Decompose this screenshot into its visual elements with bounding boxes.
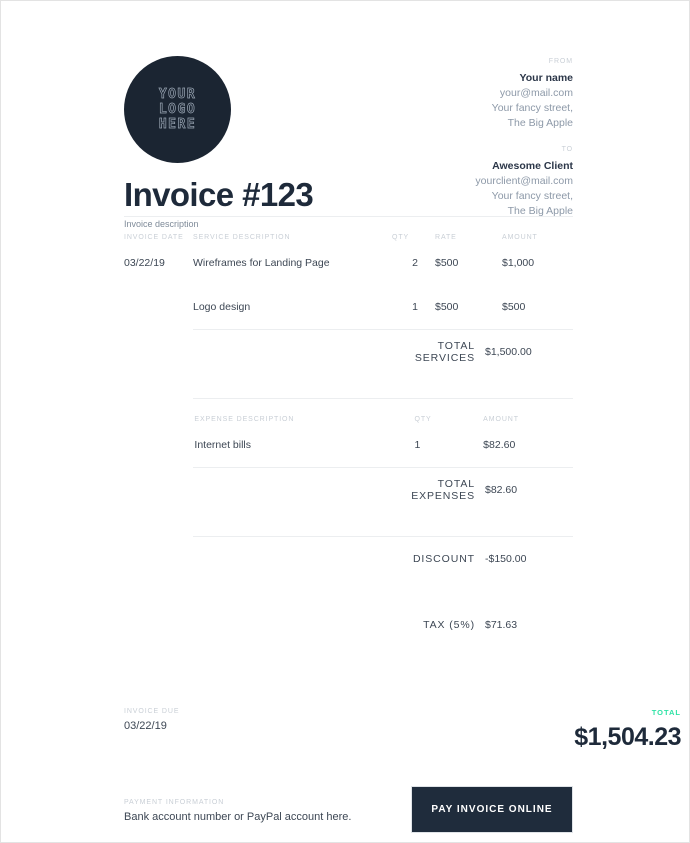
recipient-name: Awesome Client — [492, 160, 573, 172]
expenses-table-body: Internet bills 1 $82.60 — [124, 423, 573, 467]
total-services-value: $1,500.00 — [485, 346, 532, 358]
invoice-sheet: YOUR LOGO HERE FROM Your name your@mail.… — [124, 1, 682, 842]
expenses-total-table: TOTAL EXPENSES $82.60 — [124, 468, 573, 512]
invoice-footer: INVOICE DUE 03/22/19 TOTAL $1,504.23 PAY… — [124, 708, 682, 842]
sender-name: Your name — [519, 72, 573, 84]
invoice-due-date: 03/22/19 — [124, 720, 167, 732]
discount-row: DISCOUNT -$150.00 — [124, 537, 573, 581]
spacer-cell — [124, 603, 193, 647]
service-rate: $500 — [435, 257, 459, 269]
pay-invoice-online-button[interactable]: PAY INVOICE ONLINE — [411, 786, 573, 833]
adjustments-body: DISCOUNT -$150.00 TAX (5%) $71.63 — [124, 537, 573, 647]
service-amount: $500 — [502, 301, 526, 313]
invoice-due-block: INVOICE DUE 03/22/19 — [124, 708, 179, 732]
header-service-rate: RATE — [435, 234, 457, 241]
services-bottom-spacer — [124, 374, 573, 398]
adjustments-table: DISCOUNT -$150.00 TAX (5%) $71.63 — [124, 537, 573, 647]
service-qty: 1 — [412, 301, 418, 313]
services-total-body: TOTAL SERVICES $1,500.00 — [124, 330, 573, 374]
spacer-cell — [124, 468, 193, 512]
sender-email: your@mail.com — [499, 87, 573, 99]
expenses-table: EXPENSE DESCRIPTION QTY AMOUNT Internet … — [124, 399, 573, 467]
service-rate: $500 — [435, 301, 459, 313]
spacer-cell — [193, 537, 392, 581]
spacer-cell — [441, 423, 483, 467]
total-expenses-value: $82.60 — [485, 484, 518, 496]
expenses-table-head: EXPENSE DESCRIPTION QTY AMOUNT — [124, 399, 573, 423]
company-logo: YOUR LOGO HERE — [124, 56, 231, 163]
tax-row: TAX (5%) $71.63 — [124, 603, 573, 647]
table-row: Logo design 1 $500 $500 — [124, 285, 590, 329]
total-services-label: TOTAL SERVICES — [414, 340, 475, 364]
sender-block: FROM Your name your@mail.com Your fancy … — [353, 58, 573, 131]
grand-total-label: TOTAL — [651, 708, 681, 717]
invoice-due-label: INVOICE DUE — [124, 708, 180, 715]
discount-label: DISCOUNT — [412, 553, 475, 565]
spacer-cell — [193, 468, 392, 512]
sender-street: Your fancy street, — [491, 102, 573, 114]
service-description: Logo design — [193, 301, 251, 313]
payment-information-text: Bank account number or PayPal account he… — [124, 811, 352, 823]
pay-button-wrap: PAY INVOICE ONLINE (Add a link to your o… — [411, 786, 573, 842]
service-date: 03/22/19 — [124, 257, 165, 269]
expenses-bottom-spacer — [124, 512, 573, 536]
logo-line-3: HERE — [158, 117, 197, 133]
payment-information-block: PAYMENT INFORMATION Bank account number … — [124, 799, 351, 823]
header-service-qty: QTY — [392, 234, 410, 241]
spacer-cell — [193, 330, 392, 374]
expense-qty: 1 — [414, 439, 421, 451]
header-expense-amount: AMOUNT — [483, 416, 519, 423]
expense-description: Internet bills — [194, 439, 252, 451]
logo-line-1: YOUR — [158, 87, 197, 103]
spacer-cell — [124, 537, 193, 581]
spacer-cell — [124, 330, 193, 374]
expenses-header-row: EXPENSE DESCRIPTION QTY AMOUNT — [124, 399, 573, 423]
payment-information-label: PAYMENT INFORMATION — [124, 799, 225, 806]
expense-amount: $82.60 — [483, 439, 516, 451]
table-row: 03/22/19 Wireframes for Landing Page 2 $… — [124, 241, 590, 285]
invoice-page: YOUR LOGO HERE FROM Your name your@mail.… — [0, 0, 690, 843]
total-expenses-row: TOTAL EXPENSES $82.60 — [124, 468, 573, 512]
table-row: Internet bills 1 $82.60 — [124, 423, 573, 467]
total-services-row: TOTAL SERVICES $1,500.00 — [124, 330, 573, 374]
grand-total-block: TOTAL $1,504.23 — [481, 708, 681, 751]
page-title: Invoice #123 — [124, 176, 314, 213]
logo-line-2: LOGO — [158, 102, 197, 118]
sender-city: The Big Apple — [507, 117, 573, 129]
services-table-body: 03/22/19 Wireframes for Landing Page 2 $… — [124, 241, 590, 329]
expenses-total-body: TOTAL EXPENSES $82.60 — [124, 468, 573, 512]
header-expense-qty: QTY — [414, 416, 432, 423]
discount-value: -$150.00 — [485, 553, 527, 565]
service-description: Wireframes for Landing Page — [193, 257, 330, 269]
recipient-block: TO Awesome Client yourclient@mail.com Yo… — [353, 146, 573, 219]
from-label: FROM — [548, 58, 573, 65]
header-expense-gap — [441, 399, 483, 423]
service-date — [124, 285, 193, 329]
tax-spacer-row — [124, 581, 573, 603]
spacer-cell — [193, 603, 392, 647]
header-expense-pad — [124, 399, 194, 423]
spacer-cell — [124, 581, 573, 603]
adjustments-bottom-spacer — [124, 647, 573, 663]
header-expense-description: EXPENSE DESCRIPTION — [194, 416, 295, 423]
header-service-amount: AMOUNT — [502, 234, 538, 241]
tax-label: TAX (5%) — [423, 619, 475, 631]
invoice-header: YOUR LOGO HERE FROM Your name your@mail.… — [124, 1, 573, 229]
service-amount: $1,000 — [502, 257, 535, 269]
services-total-table: TOTAL SERVICES $1,500.00 — [124, 330, 573, 374]
service-qty: 2 — [412, 257, 418, 269]
spacer-cell — [124, 423, 194, 467]
recipient-street: Your fancy street, — [491, 190, 573, 202]
total-expenses-label: TOTAL EXPENSES — [411, 478, 475, 502]
invoice-description: Invoice description — [124, 219, 199, 229]
tax-value: $71.63 — [485, 619, 518, 631]
title-area: Invoice #123 Invoice description — [124, 176, 314, 229]
grand-total-value: $1,504.23 — [574, 723, 681, 751]
recipient-email: yourclient@mail.com — [475, 175, 573, 187]
recipient-city: The Big Apple — [507, 205, 573, 217]
to-label: TO — [561, 146, 573, 153]
services-table: INVOICE DATE SERVICE DESCRIPTION QTY RAT… — [124, 217, 590, 329]
